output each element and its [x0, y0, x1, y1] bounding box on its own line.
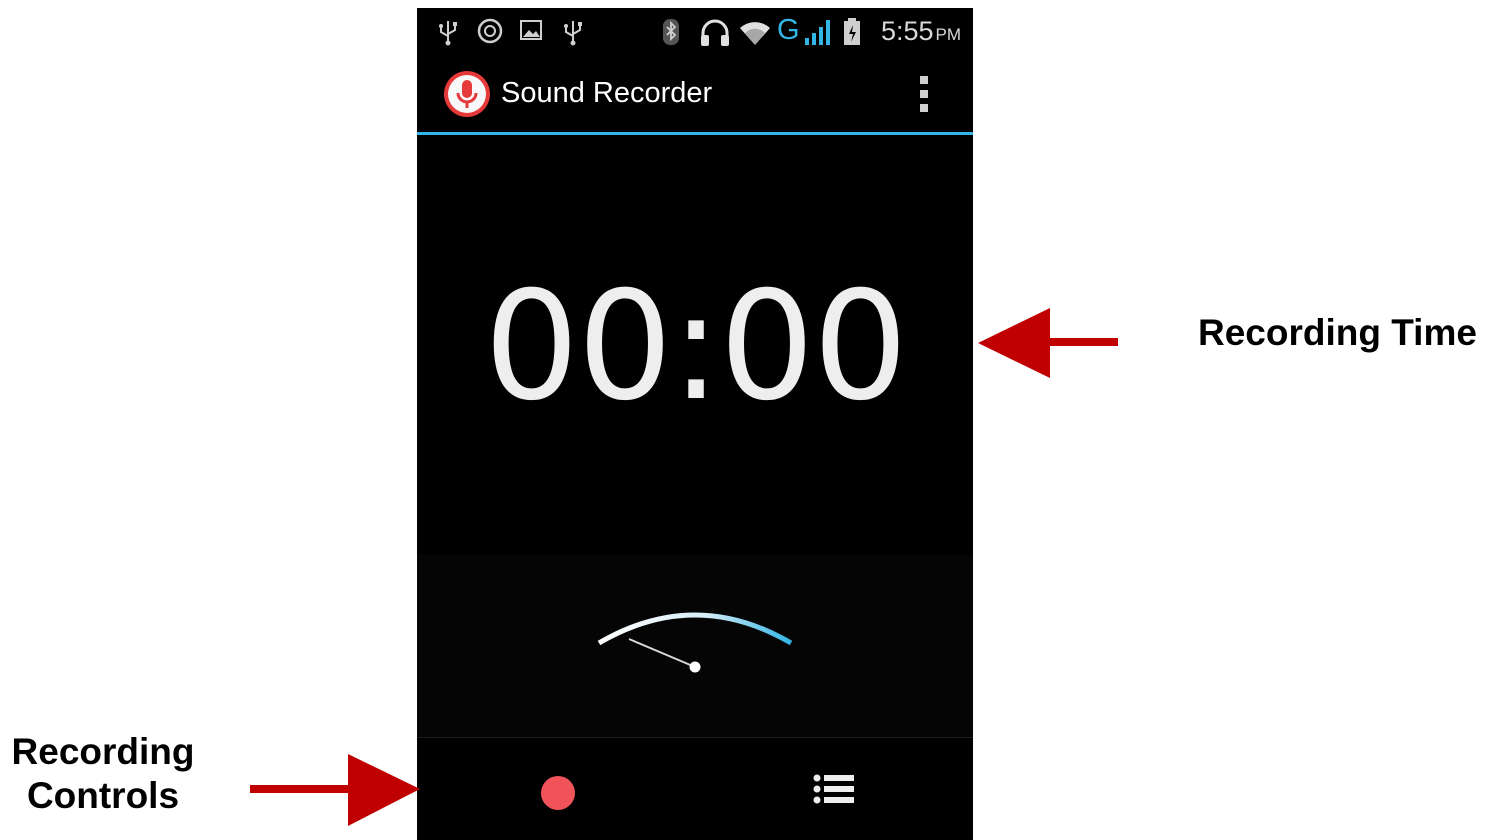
- list-icon[interactable]: [813, 774, 855, 810]
- usb-icon: [564, 21, 582, 46]
- wifi-icon: [740, 22, 770, 45]
- timer-area: 00:00: [417, 135, 973, 555]
- signal-icon: [805, 20, 830, 45]
- vu-meter: [597, 612, 793, 673]
- recording-time-label: Recording Time: [1198, 312, 1477, 353]
- app-title: Sound Recorder: [501, 77, 713, 109]
- usb-icon: [439, 21, 457, 46]
- meter-needle: [628, 638, 696, 668]
- action-bar: Sound Recorder: [417, 54, 973, 135]
- headset-icon: [701, 19, 729, 46]
- meter-pivot: [689, 661, 701, 673]
- status-bar: G 5:55 PM: [417, 8, 973, 54]
- network-type-label: G: [777, 14, 800, 46]
- microphone-icon: [444, 71, 490, 117]
- status-ampm: PM: [935, 25, 962, 44]
- bluetooth-icon: [663, 19, 679, 45]
- arrow-to-time-icon: [978, 308, 1118, 378]
- recording-time: 00:00: [483, 260, 908, 434]
- controls-label-line2: Controls: [26, 775, 180, 816]
- controls-label-line1: Recording: [11, 731, 195, 772]
- status-time: 5:55: [880, 16, 934, 46]
- status-clock: 5:55 PM: [881, 16, 961, 50]
- record-button[interactable]: [541, 776, 575, 810]
- level-meter-area: [417, 555, 973, 737]
- image-icon: [520, 20, 542, 40]
- arrow-to-controls-icon: [250, 754, 420, 826]
- sync-icon: [477, 18, 503, 44]
- recording-controls-label: Recording Controls: [0, 730, 206, 818]
- meter-arc: [597, 612, 793, 646]
- battery-icon: [844, 18, 860, 45]
- phone-screen: G 5:55 PM Sound Recorder 00:00: [417, 8, 973, 840]
- recording-controls: [417, 737, 973, 840]
- overflow-menu-icon[interactable]: [912, 72, 936, 116]
